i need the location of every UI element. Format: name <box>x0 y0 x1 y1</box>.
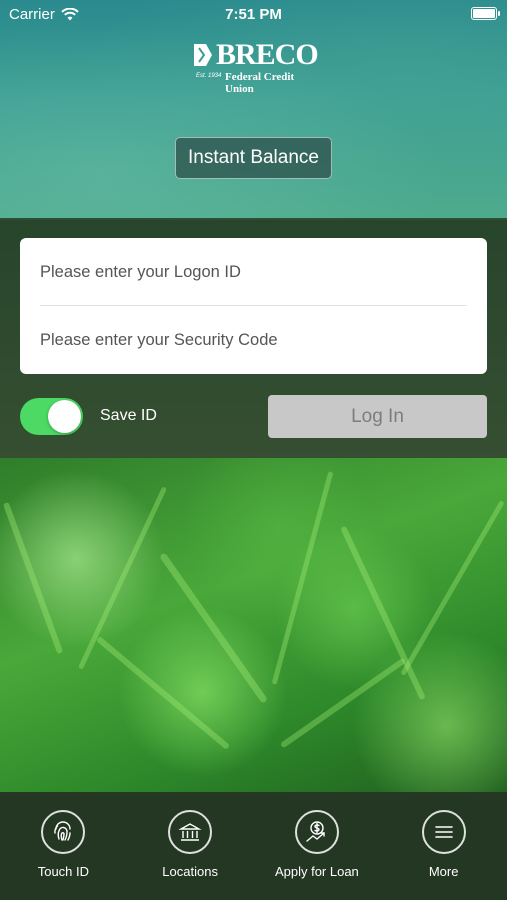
breco-logo-mark-icon <box>194 44 212 66</box>
instant-balance-button[interactable]: Instant Balance <box>175 137 332 179</box>
save-id-label: Save ID <box>100 407 157 424</box>
nav-touch-id-label: Touch ID <box>37 864 90 879</box>
battery-icon <box>471 7 500 20</box>
log-in-button[interactable]: Log In <box>268 395 487 438</box>
logo-established: Est. 1934 <box>196 73 222 79</box>
nav-apply-for-loan-label: Apply for Loan <box>274 864 359 879</box>
save-id-toggle[interactable] <box>20 398 83 435</box>
toggle-knob <box>48 400 81 433</box>
fingerprint-icon <box>41 810 86 854</box>
breco-logo: BRECO Est. 1934 Federal Credit Union <box>192 38 319 95</box>
nav-touch-id[interactable]: Touch ID <box>8 810 118 879</box>
clock: 7:51 PM <box>225 6 282 23</box>
logo-name: BRECO <box>216 38 319 71</box>
security-code-input[interactable]: Please enter your Security Code <box>40 306 467 374</box>
nav-apply-for-loan[interactable]: Apply for Loan <box>262 810 372 879</box>
logo-subtitle: Federal Credit Union <box>225 71 295 95</box>
nav-more-label: More <box>428 864 459 879</box>
logon-id-input[interactable]: Please enter your Logon ID <box>40 238 467 306</box>
hamburger-icon <box>421 810 466 854</box>
nav-locations[interactable]: Locations <box>135 810 245 879</box>
login-form: Please enter your Logon ID Please enter … <box>20 238 487 374</box>
header-background <box>0 0 507 220</box>
bank-icon <box>168 810 213 854</box>
grass-background-image <box>0 458 507 793</box>
nav-locations-label: Locations <box>162 864 218 879</box>
status-bar: Carrier 7:51 PM <box>0 0 507 28</box>
bottom-navigation: Touch ID Locations Apply for Loan More <box>0 792 507 900</box>
nav-more[interactable]: More <box>389 810 499 879</box>
dollar-growth-icon <box>294 810 339 854</box>
